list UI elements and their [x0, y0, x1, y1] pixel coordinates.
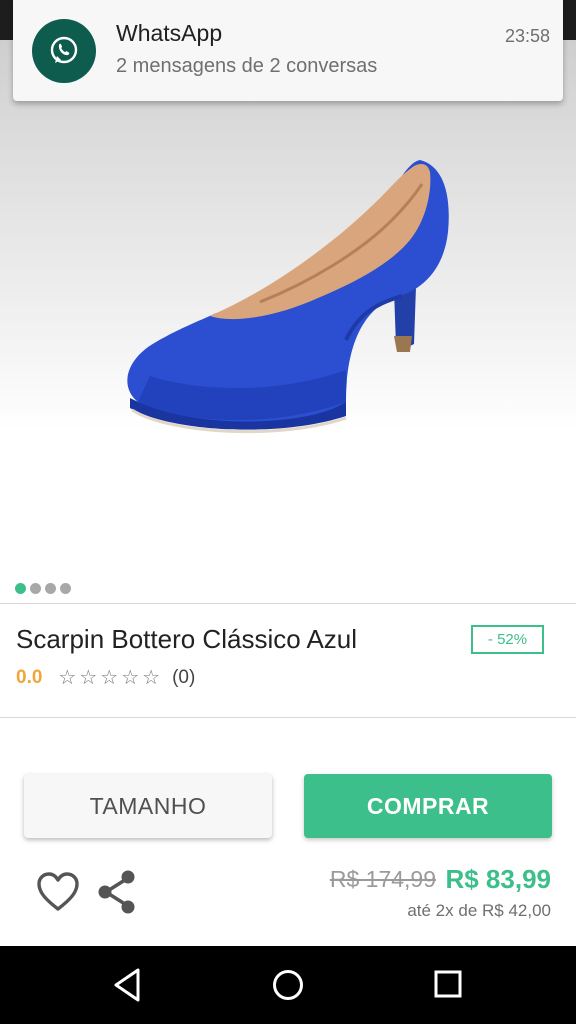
- home-icon[interactable]: [270, 967, 306, 1003]
- size-button[interactable]: TAMANHO: [24, 774, 272, 838]
- rating-value: 0.0: [16, 667, 43, 688]
- heart-icon[interactable]: [35, 870, 81, 914]
- star-icon: ☆: [100, 667, 119, 689]
- whatsapp-notification[interactable]: WhatsApp 2 mensagens de 2 conversas 23:5…: [13, 0, 563, 101]
- installments-text: até 2x de R$ 42,00: [407, 901, 551, 920]
- buy-button[interactable]: COMPRAR: [304, 774, 552, 838]
- back-icon[interactable]: [110, 966, 146, 1004]
- pagination-dot-4: [60, 583, 71, 594]
- share-icon[interactable]: [95, 868, 139, 916]
- divider-top: [0, 603, 576, 604]
- whatsapp-icon: [32, 19, 96, 83]
- discount-badge: - 52%: [471, 625, 544, 654]
- star-icon: ☆: [58, 667, 77, 689]
- product-title: Scarpin Bottero Clássico Azul: [16, 624, 358, 654]
- notification-message: 2 mensagens de 2 conversas: [116, 55, 378, 77]
- star-icon: ☆: [79, 667, 98, 689]
- rating-count: (0): [172, 667, 196, 688]
- navigation-bar: [0, 946, 576, 1024]
- pagination-dot-3: [45, 583, 56, 594]
- divider-bottom: [0, 717, 576, 718]
- original-price: R$ 174,99: [329, 866, 436, 892]
- product-image: [127, 160, 449, 434]
- image-pagination: [15, 583, 71, 594]
- rating-stars: ☆ ☆ ☆ ☆ ☆: [58, 668, 160, 688]
- pagination-dot-1: [15, 583, 26, 594]
- notification-app-name: WhatsApp: [116, 20, 223, 46]
- star-icon: ☆: [121, 667, 140, 689]
- star-icon: ☆: [142, 667, 161, 689]
- notification-time: 23:58: [504, 26, 550, 46]
- product-screen: WhatsApp 2 mensagens de 2 conversas 23:5…: [0, 0, 576, 1024]
- pagination-dot-2: [30, 583, 41, 594]
- rating-row[interactable]: 0.0 ☆ ☆ ☆ ☆ ☆ (0): [16, 667, 195, 689]
- recent-apps-icon[interactable]: [432, 968, 464, 1000]
- sale-price: R$ 83,99: [445, 864, 551, 894]
